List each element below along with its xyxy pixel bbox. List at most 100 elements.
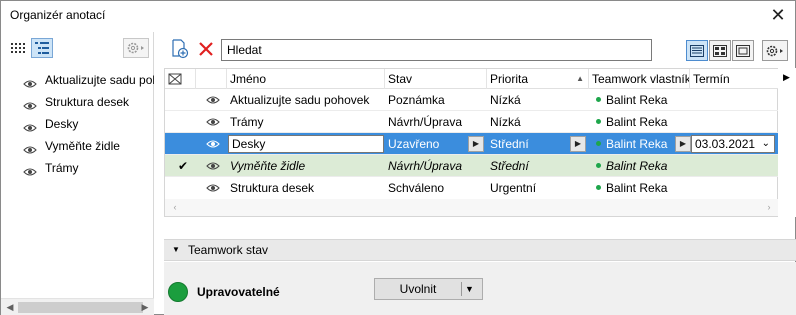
header-cell[interactable] [196, 69, 227, 89]
checkmark-icon: ✔ [178, 159, 189, 173]
owner-cell[interactable]: Balint Reka [593, 89, 690, 111]
name-cell[interactable]: Trámy [227, 111, 385, 133]
name-edit-field[interactable]: Desky [228, 135, 384, 153]
list-item-label: Desky [45, 117, 79, 131]
eye-icon[interactable] [23, 118, 37, 135]
close-button[interactable]: ✕ [767, 5, 789, 27]
eye-icon[interactable] [203, 177, 220, 199]
delete-icon[interactable] [195, 39, 217, 59]
annotation-toolbar: Hledat [164, 32, 796, 68]
header-cell[interactable] [165, 69, 196, 89]
dropdown-arrow-icon[interactable]: ▼ [465, 279, 474, 299]
list-item-label: Struktura desek [45, 95, 130, 109]
header-cell[interactable]: Termín [690, 69, 779, 89]
table-row-selected[interactable]: Desky Uzavřeno ▶ Střední ▶ Balint Reka ▶… [165, 133, 779, 155]
header-cell[interactable]: Priorita ▲ [487, 69, 589, 89]
view-toggle-icon[interactable] [168, 73, 182, 88]
eye-icon[interactable] [23, 140, 37, 157]
scroll-right-icon[interactable]: ▶ [138, 301, 152, 314]
gear-icon[interactable] [762, 40, 788, 61]
table-row[interactable]: Trámy Návrh/Úprava Nízká Balint Reka [165, 111, 779, 133]
new-annotation-icon[interactable] [169, 39, 191, 59]
status-cell[interactable]: Poznámka [385, 89, 487, 111]
scroll-left-icon[interactable]: ◀ [3, 301, 17, 314]
owner-name: Balint Reka [606, 137, 668, 151]
priority-cell[interactable]: Střední [487, 133, 569, 155]
owner-cell[interactable]: Balint Reka [593, 111, 690, 133]
grid-dots-icon[interactable] [7, 38, 29, 58]
scroll-thumb[interactable] [18, 302, 143, 313]
date-value: 03.03.2021 [695, 137, 756, 151]
list-item-label: Aktualizujte sadu pohovek [45, 73, 154, 87]
list-view-icon[interactable] [686, 40, 708, 61]
annotation-list: Aktualizujte sadu pohovek Struktura dese… [1, 69, 154, 179]
column-more-arrow-icon[interactable]: ▶ [783, 72, 790, 83]
header-cell[interactable]: Teamwork vlastník [589, 69, 690, 89]
online-dot-icon [596, 141, 601, 147]
name-cell[interactable]: Struktura desek [227, 177, 385, 199]
eye-icon[interactable] [203, 155, 220, 177]
table-row[interactable]: Struktura desek Schváleno Urgentní Balin… [165, 177, 779, 199]
status-cell[interactable]: Uzavřeno [385, 133, 467, 155]
eye-icon[interactable] [23, 74, 37, 91]
priority-cell[interactable]: Urgentní [487, 177, 589, 199]
table-header: Jméno Stav Priorita ▲ Teamwork vlastník … [165, 69, 779, 89]
window-title: Organizér anotací [10, 8, 106, 22]
priority-cell[interactable]: Nízká [487, 89, 589, 111]
status-cell[interactable]: Návrh/Úprava [385, 155, 487, 177]
owner-cell[interactable]: Balint Reka [593, 133, 673, 155]
release-button[interactable]: Uvolnit ▼ [374, 278, 483, 300]
priority-dropdown-arrow-icon[interactable]: ▶ [570, 136, 586, 152]
owner-dropdown-arrow-icon[interactable]: ▶ [675, 136, 691, 152]
search-input[interactable]: Hledat [221, 39, 652, 61]
priority-cell[interactable]: Střední [487, 155, 589, 177]
eye-icon[interactable] [23, 96, 37, 113]
left-horizontal-scrollbar[interactable]: ◀ ▶ [1, 298, 154, 315]
header-label: Priorita [490, 72, 529, 86]
owner-name: Balint Reka [606, 159, 668, 173]
chevron-down-icon[interactable]: ⌄ [762, 136, 770, 152]
priority-cell[interactable]: Nízká [487, 111, 589, 133]
left-settings-gear-icon[interactable] [123, 38, 149, 58]
eye-icon[interactable] [203, 89, 220, 111]
sort-ascending-icon: ▲ [576, 74, 584, 83]
owner-name: Balint Reka [606, 93, 668, 107]
teamwork-section-header[interactable]: ▼ Teamwork stav [164, 239, 796, 261]
table-horizontal-scrollbar[interactable]: ‹ › [165, 199, 779, 216]
online-dot-icon [596, 119, 601, 125]
list-item[interactable]: Desky [1, 113, 154, 135]
list-item-label: Trámy [45, 161, 79, 175]
collapse-triangle-icon[interactable]: ▼ [172, 240, 180, 260]
annotation-organizer-window: Organizér anotací ✕ Aktualizujte sadu po… [0, 0, 796, 315]
eye-icon[interactable] [203, 133, 220, 155]
scroll-right-icon[interactable]: › [762, 201, 776, 214]
single-view-icon[interactable] [732, 40, 754, 61]
name-cell[interactable]: Vyměňte židle [227, 155, 385, 177]
list-item[interactable]: Trámy [1, 157, 154, 179]
online-dot-icon [596, 185, 601, 191]
list-item[interactable]: Struktura desek [1, 91, 154, 113]
scroll-left-icon[interactable]: ‹ [168, 201, 182, 214]
list-item[interactable]: Aktualizujte sadu pohovek [1, 69, 154, 91]
name-cell[interactable]: Aktualizujte sadu pohovek [227, 89, 385, 111]
list-item[interactable]: Vyměňte židle [1, 135, 154, 157]
grid-view-icon[interactable] [709, 40, 731, 61]
eye-icon[interactable] [203, 111, 220, 133]
left-panel: Aktualizujte sadu pohovek Struktura dese… [1, 32, 154, 315]
table-row-completed[interactable]: ✔ Vyměňte židle Návrh/Úprava Střední Bal… [165, 155, 779, 177]
header-cell[interactable]: Stav [385, 69, 487, 89]
status-dropdown-arrow-icon[interactable]: ▶ [468, 136, 484, 152]
eye-icon[interactable] [23, 162, 37, 179]
header-cell[interactable]: Jméno [227, 69, 385, 89]
owner-cell[interactable]: Balint Reka [593, 177, 690, 199]
status-cell[interactable]: Schváleno [385, 177, 487, 199]
annotation-table: Jméno Stav Priorita ▲ Teamwork vlastník … [164, 68, 779, 217]
table-vertical-scrollbar[interactable]: ▶ [778, 68, 796, 217]
table-row[interactable]: Aktualizujte sadu pohovek Poznámka Nízká… [165, 89, 779, 111]
title-bar: Organizér anotací ✕ [1, 1, 795, 31]
status-cell[interactable]: Návrh/Úprava [385, 111, 487, 133]
tree-view-icon[interactable] [31, 38, 53, 58]
section-title: Teamwork stav [188, 243, 269, 257]
owner-cell[interactable]: Balint Reka [593, 155, 690, 177]
date-field[interactable]: 03.03.2021 ⌄ [691, 135, 775, 153]
